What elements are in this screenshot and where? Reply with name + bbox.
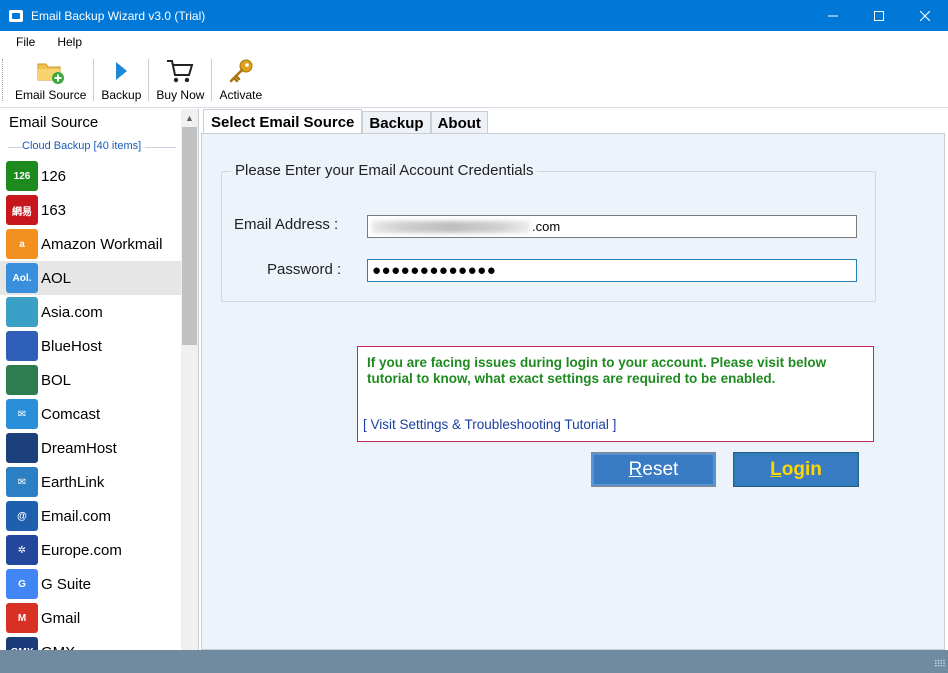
sidebar-item-label: 126 bbox=[41, 167, 67, 185]
gmail-icon: M bbox=[6, 603, 38, 633]
cart-icon bbox=[165, 57, 195, 85]
group-label[interactable]: Cloud Backup [40 items] bbox=[22, 140, 146, 152]
source-list: 126 126 網易 163 a Amazon Workmail Aol. AOL Asia.c… bbox=[0, 159, 181, 650]
password-field[interactable]: ●●●●●●●●●●●●● bbox=[367, 259, 857, 282]
sidebar-item-label: BOL bbox=[41, 371, 72, 389]
eu-stars-icon: ✲ bbox=[6, 535, 38, 565]
sidebar-item-europe-com[interactable]: ✲ Europe.com bbox=[0, 533, 181, 567]
sidebar-item-126[interactable]: 126 126 bbox=[0, 159, 181, 193]
tab-strip: Select Email Source Backup About bbox=[203, 109, 488, 134]
sidebar-item-bluehost[interactable]: BlueHost bbox=[0, 329, 181, 363]
google-icon: G bbox=[6, 569, 38, 599]
sidebar-item-label: G Suite bbox=[41, 575, 92, 593]
scroll-thumb[interactable] bbox=[182, 127, 197, 345]
sidebar-item-gmx[interactable]: GMXGMX bbox=[0, 635, 181, 650]
backup-label: Backup bbox=[101, 88, 142, 102]
sidebar-item-bol[interactable]: BOL bbox=[0, 363, 181, 397]
sidebar-scrollbar[interactable]: ▲ bbox=[181, 109, 198, 650]
credentials-legend: Please Enter your Email Account Credenti… bbox=[231, 162, 538, 179]
minimize-icon[interactable] bbox=[810, 0, 856, 31]
sidebar-item-dreamhost[interactable]: DreamHost bbox=[0, 431, 181, 465]
sidebar-item-earthlink[interactable]: ✉ EarthLink bbox=[0, 465, 181, 499]
email-field[interactable]: .com bbox=[367, 215, 857, 238]
163-logo-icon: 網易 bbox=[6, 195, 38, 225]
aol-logo-icon: Aol. bbox=[6, 263, 38, 293]
login-help-notice: If you are facing issues during login to… bbox=[357, 346, 874, 442]
backup-button[interactable]: Backup bbox=[94, 53, 148, 107]
amazon-logo-icon: a bbox=[6, 229, 38, 259]
sidebar-item-comcast[interactable]: ✉ Comcast bbox=[0, 397, 181, 431]
key-icon bbox=[227, 57, 255, 85]
sidebar-item-label: Europe.com bbox=[41, 541, 122, 559]
email-source-label: Email Source bbox=[15, 88, 87, 102]
window-title: Email Backup Wizard v3.0 (Trial) bbox=[31, 8, 206, 23]
toolbar: Email Source Backup Buy Now Activate bbox=[0, 53, 948, 108]
status-bar: ⠿⠿ bbox=[0, 650, 948, 673]
sidebar-item-g-suite[interactable]: GG Suite bbox=[0, 567, 181, 601]
folder-add-icon bbox=[36, 57, 66, 85]
sidebar-item-label: Asia.com bbox=[41, 303, 103, 321]
tab-select-email-source[interactable]: Select Email Source bbox=[203, 109, 363, 134]
email-label: Email Address : bbox=[234, 216, 339, 233]
at-sign-icon: @ bbox=[6, 501, 38, 531]
sidebar-item-label: EarthLink bbox=[41, 473, 105, 491]
sidebar-item-163[interactable]: 網易 163 bbox=[0, 193, 181, 227]
globe-icon bbox=[6, 297, 38, 327]
scroll-up-icon[interactable]: ▲ bbox=[181, 109, 198, 126]
menu-bar: File Help bbox=[0, 31, 948, 53]
activate-button[interactable]: Activate bbox=[212, 53, 269, 107]
password-label: Password : bbox=[267, 261, 342, 278]
sidebar-item-label: 163 bbox=[41, 201, 67, 219]
reset-button-label: Reset bbox=[628, 458, 679, 480]
menu-file[interactable]: File bbox=[0, 35, 49, 49]
login-button[interactable]: Login bbox=[733, 452, 859, 487]
buy-now-button[interactable]: Buy Now bbox=[149, 53, 211, 107]
resize-grip-icon[interactable]: ⠿⠿ bbox=[934, 659, 946, 670]
sidebar-item-label: AOL bbox=[41, 269, 72, 287]
sidebar-item-label: Email.com bbox=[41, 507, 112, 525]
bol-logo-icon bbox=[6, 365, 38, 395]
tab-about[interactable]: About bbox=[430, 111, 488, 134]
password-field-value: ●●●●●●●●●●●●● bbox=[372, 262, 497, 279]
grid-icon bbox=[6, 331, 38, 361]
sidebar-item-aol[interactable]: Aol. AOL bbox=[0, 261, 181, 295]
play-arrow-icon bbox=[111, 57, 131, 85]
maximize-icon[interactable] bbox=[856, 0, 902, 31]
moon-icon bbox=[6, 433, 38, 463]
email-source-panel: Email Source Cloud Backup [40 items] 126… bbox=[0, 109, 199, 650]
sidebar-item-email-com[interactable]: @ Email.com bbox=[0, 499, 181, 533]
title-bar: Email Backup Wizard v3.0 (Trial) bbox=[0, 0, 948, 31]
app-icon bbox=[9, 9, 23, 22]
sidebar-item-label: BlueHost bbox=[41, 337, 102, 355]
sidebar-item-gmail[interactable]: M Gmail bbox=[0, 601, 181, 635]
menu-help[interactable]: Help bbox=[49, 35, 90, 49]
sidebar-item-asia-com[interactable]: Asia.com bbox=[0, 295, 181, 329]
sidebar-item-label: DreamHost bbox=[41, 439, 117, 457]
envelope-icon: ✉ bbox=[6, 467, 38, 497]
login-button-label: Login bbox=[770, 458, 822, 480]
email-field-value: .com bbox=[532, 219, 561, 234]
close-icon[interactable] bbox=[902, 0, 948, 31]
panel-title: Email Source bbox=[9, 113, 99, 131]
notice-text: If you are facing issues during login to… bbox=[367, 355, 827, 386]
sidebar-item-label: Amazon Workmail bbox=[41, 235, 163, 253]
envelope-circle-icon: ✉ bbox=[6, 399, 38, 429]
gmx-logo-icon: GMX bbox=[6, 637, 38, 650]
reset-button[interactable]: Reset bbox=[591, 452, 716, 487]
sidebar-item-amazon-workmail[interactable]: a Amazon Workmail bbox=[0, 227, 181, 261]
sidebar-item-label: Comcast bbox=[41, 405, 101, 423]
window-controls bbox=[810, 0, 948, 31]
126-logo-icon: 126 bbox=[6, 161, 38, 191]
buy-now-label: Buy Now bbox=[156, 88, 205, 102]
email-source-button[interactable]: Email Source bbox=[8, 53, 93, 107]
activate-label: Activate bbox=[219, 88, 263, 102]
tab-backup[interactable]: Backup bbox=[362, 111, 431, 134]
redacted-text bbox=[372, 220, 530, 233]
troubleshooting-link[interactable]: [ Visit Settings & Troubleshooting Tutor… bbox=[363, 417, 616, 432]
sidebar-item-label: Gmail bbox=[41, 609, 81, 627]
